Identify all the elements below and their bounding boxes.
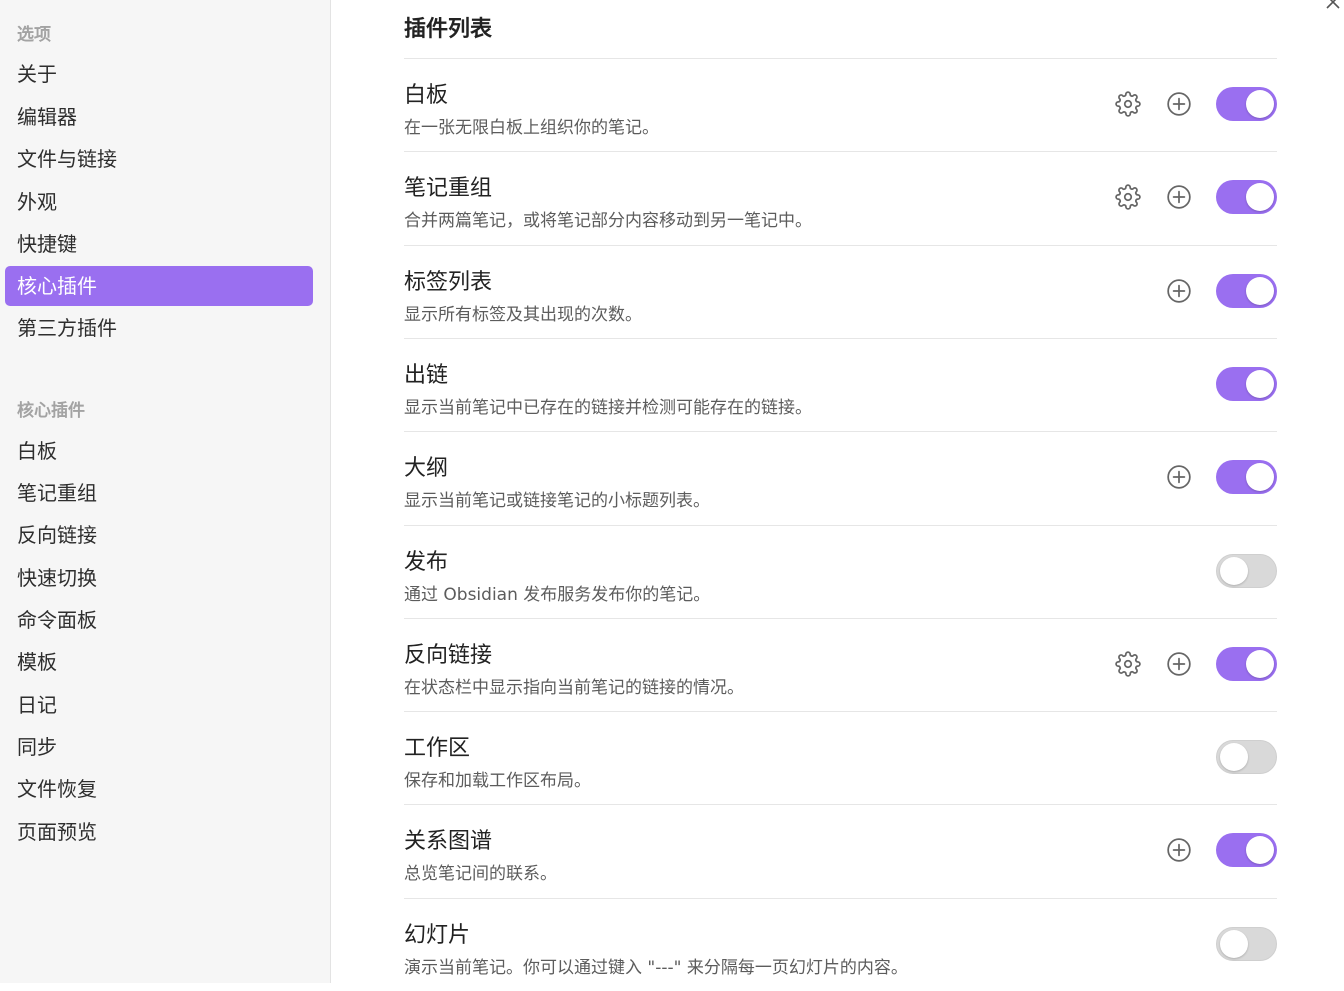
plugin-row-canvas: 白板在一张无限白板上组织你的笔记。 [404, 58, 1277, 151]
toggle-knob [1246, 650, 1274, 678]
plugin-description: 显示当前笔记中已存在的链接并检测可能存在的链接。 [404, 398, 812, 418]
sidebar-item-note-composer[interactable]: 笔记重组 [5, 473, 313, 513]
sidebar-item-file-recovery[interactable]: 文件恢复 [5, 769, 313, 809]
plugin-row-note-composer: 笔记重组合并两篇笔记，或将笔记部分内容移动到另一笔记中。 [404, 151, 1277, 244]
plugin-controls [1165, 460, 1277, 494]
sidebar-item-daily-notes[interactable]: 日记 [5, 685, 313, 725]
plugin-toggle[interactable] [1216, 833, 1277, 867]
plugin-name: 关系图谱 [404, 829, 493, 854]
plugin-row-graph-view: 关系图谱总览笔记间的联系。 [404, 804, 1277, 897]
plugin-row-workspaces: 工作区保存和加载工作区布局。 [404, 711, 1277, 804]
page-title: 插件列表 [404, 17, 493, 42]
plugin-controls [1165, 833, 1277, 867]
gear-icon[interactable] [1114, 90, 1142, 118]
plugin-row-tag-pane: 标签列表显示所有标签及其出现的次数。 [404, 245, 1277, 338]
plugin-toggle[interactable] [1216, 180, 1277, 214]
plugin-toggle[interactable] [1216, 927, 1277, 961]
plugin-name: 反向链接 [404, 643, 493, 668]
sidebar-item-editor[interactable]: 编辑器 [5, 97, 313, 137]
toggle-knob [1246, 836, 1274, 864]
plugin-row-backlinks: 反向链接在状态栏中显示指向当前笔记的链接的情况。 [404, 618, 1277, 711]
plus-circle-icon[interactable] [1165, 183, 1193, 211]
plugin-description: 显示所有标签及其出现的次数。 [404, 305, 642, 325]
toggle-knob [1246, 90, 1274, 118]
plugin-controls [1216, 740, 1277, 774]
gear-icon[interactable] [1114, 650, 1142, 678]
plugin-controls [1114, 87, 1277, 121]
plugin-controls [1114, 647, 1277, 681]
plugin-name: 幻灯片 [404, 923, 471, 948]
sidebar-item-page-preview[interactable]: 页面预览 [5, 812, 313, 852]
plus-circle-icon[interactable] [1165, 650, 1193, 678]
plus-circle-icon[interactable] [1165, 277, 1193, 305]
plus-circle-icon[interactable] [1165, 836, 1193, 864]
plugin-name: 出链 [404, 363, 449, 388]
plugin-toggle[interactable] [1216, 87, 1277, 121]
sidebar-item-about[interactable]: 关于 [5, 54, 313, 94]
plugin-description: 在状态栏中显示指向当前笔记的链接的情况。 [404, 678, 744, 698]
toggle-knob [1246, 370, 1274, 398]
toggle-knob [1220, 743, 1248, 771]
toggle-knob [1246, 277, 1274, 305]
plugin-toggle[interactable] [1216, 274, 1277, 308]
plugin-description: 显示当前笔记或链接笔记的小标题列表。 [404, 491, 710, 511]
toggle-knob [1220, 930, 1248, 958]
sidebar-item-appearance[interactable]: 外观 [5, 182, 313, 222]
plugin-controls [1216, 554, 1277, 588]
plugin-description: 合并两篇笔记，或将笔记部分内容移动到另一笔记中。 [404, 211, 812, 231]
plugin-description: 保存和加载工作区布局。 [404, 771, 591, 791]
close-icon[interactable] [1322, 0, 1344, 16]
plugin-name: 发布 [404, 550, 449, 575]
plugin-toggle[interactable] [1216, 647, 1277, 681]
settings-sidebar: 选项 关于 编辑器 文件与链接 外观 快捷键 核心插件 第三方插件 核心插件 白… [0, 0, 331, 983]
sidebar-heading-options: 选项 [17, 25, 51, 45]
plugin-name: 大纲 [404, 456, 449, 481]
plugin-name: 工作区 [404, 736, 471, 761]
plugin-name: 标签列表 [404, 270, 493, 295]
plugin-toggle[interactable] [1216, 367, 1277, 401]
sidebar-item-canvas[interactable]: 白板 [5, 431, 313, 471]
gear-icon[interactable] [1114, 183, 1142, 211]
toggle-knob [1246, 463, 1274, 491]
sidebar-item-core-plugins[interactable]: 核心插件 [5, 266, 313, 306]
sidebar-item-backlinks[interactable]: 反向链接 [5, 515, 313, 555]
sidebar-item-command-palette[interactable]: 命令面板 [5, 600, 313, 640]
plugin-toggle[interactable] [1216, 460, 1277, 494]
plugin-description: 在一张无限白板上组织你的笔记。 [404, 118, 659, 138]
plugin-controls [1114, 180, 1277, 214]
plugin-row-publish: 发布通过 Obsidian 发布服务发布你的笔记。 [404, 525, 1277, 618]
plugin-row-slides: 幻灯片演示当前笔记。你可以通过键入 "---" 来分隔每一页幻灯片的内容。 [404, 898, 1277, 991]
sidebar-item-sync[interactable]: 同步 [5, 727, 313, 767]
plus-circle-icon[interactable] [1165, 463, 1193, 491]
sidebar-item-templates[interactable]: 模板 [5, 642, 313, 682]
plugin-toggle[interactable] [1216, 554, 1277, 588]
sidebar-heading-core-plugins: 核心插件 [17, 401, 85, 421]
sidebar-item-community-plugins[interactable]: 第三方插件 [5, 308, 313, 348]
plugin-description: 通过 Obsidian 发布服务发布你的笔记。 [404, 585, 711, 605]
plugin-row-outgoing-links: 出链显示当前笔记中已存在的链接并检测可能存在的链接。 [404, 338, 1277, 431]
plugin-controls [1216, 367, 1277, 401]
plugin-name: 笔记重组 [404, 176, 493, 201]
plugin-toggle[interactable] [1216, 740, 1277, 774]
plugin-row-outline: 大纲显示当前笔记或链接笔记的小标题列表。 [404, 431, 1277, 524]
plus-circle-icon[interactable] [1165, 90, 1193, 118]
sidebar-item-hotkeys[interactable]: 快捷键 [5, 224, 313, 264]
plugin-description: 演示当前笔记。你可以通过键入 "---" 来分隔每一页幻灯片的内容。 [404, 958, 908, 978]
plugin-controls [1216, 927, 1277, 961]
sidebar-item-quick-switcher[interactable]: 快速切换 [5, 558, 313, 598]
toggle-knob [1220, 557, 1248, 585]
plugin-description: 总览笔记间的联系。 [404, 864, 557, 884]
toggle-knob [1246, 183, 1274, 211]
plugin-controls [1165, 274, 1277, 308]
sidebar-item-files-links[interactable]: 文件与链接 [5, 139, 313, 179]
plugin-name: 白板 [404, 83, 449, 108]
